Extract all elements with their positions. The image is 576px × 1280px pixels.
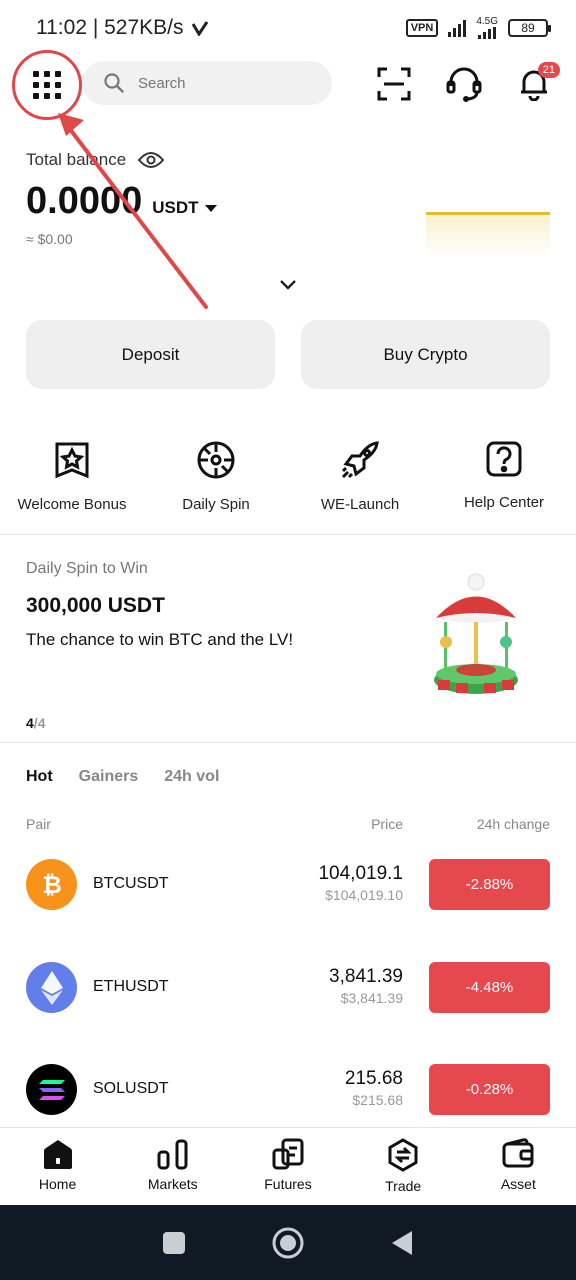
signal-icon-2 [478, 27, 497, 39]
currency-selector[interactable]: USDT [152, 198, 217, 218]
market-row-eth[interactable]: ETHUSDT 3,841.39 $3,841.39 -4.48% [26, 962, 550, 1014]
nav-label: Asset [500, 1176, 536, 1192]
battery-level: 89 [521, 21, 535, 35]
market-row-btc[interactable]: ₿ BTCUSDT 104,019.1 $104,019.10 -2.88% [26, 859, 550, 911]
tab-hot[interactable]: Hot [26, 768, 53, 786]
balance-value: 0.0000 [26, 180, 143, 222]
shortcut-label: Help Center [463, 494, 545, 511]
nav-label: Home [38, 1176, 77, 1192]
expand-button[interactable] [278, 278, 298, 297]
support-button[interactable] [446, 66, 482, 102]
nav-home[interactable]: Home [0, 1128, 115, 1205]
scan-icon [377, 67, 411, 101]
markets-icon [157, 1139, 188, 1170]
notifications-button[interactable]: 21 [516, 62, 560, 102]
spin-icon [197, 441, 235, 479]
buy-crypto-button[interactable]: Buy Crypto [301, 320, 550, 389]
pair-price-fiat: $3,841.39 [340, 990, 403, 1006]
bottom-nav: Home Markets Futures Trade Asset [0, 1127, 576, 1205]
status-time: 11:02 | 527KB/s [36, 16, 184, 39]
change-badge: -4.48% [429, 962, 550, 1013]
change-badge: -2.88% [429, 859, 550, 910]
grid-menu-icon [33, 71, 61, 99]
chevron-down-icon [280, 280, 296, 290]
pair-name: BTCUSDT [93, 875, 169, 892]
shortcut-we-launch[interactable]: WE-Launch [288, 440, 432, 513]
col-24h-change: 24h change [476, 816, 550, 832]
promo-page-total: 4 [37, 715, 46, 731]
eth-icon [26, 962, 77, 1013]
market-tabs: Hot Gainers 24h vol [26, 768, 219, 786]
scan-button[interactable] [376, 66, 412, 102]
home-icon [43, 1140, 72, 1169]
wallet-icon [502, 1138, 534, 1168]
headset-icon [446, 67, 482, 102]
trade-icon [388, 1138, 418, 1172]
nav-label: Futures [264, 1176, 312, 1192]
market-table-header: Pair Price 24h change [26, 816, 550, 832]
shortcut-daily-spin[interactable]: Daily Spin [144, 440, 288, 513]
promo-page-current: 4 [26, 715, 34, 731]
apps-menu-button[interactable] [12, 50, 82, 120]
col-pair: Pair [26, 816, 51, 832]
shortcut-label: Daily Spin [182, 496, 250, 513]
futures-icon [272, 1138, 304, 1170]
system-nav-bar [0, 1205, 576, 1280]
nav-futures[interactable]: Futures [230, 1128, 345, 1205]
pair-name: ETHUSDT [93, 978, 169, 995]
promo-pagination: 4/4 [26, 715, 45, 731]
signal-icon [448, 19, 467, 37]
shortcut-label: Welcome Bonus [17, 496, 127, 513]
market-row-sol[interactable]: SOLUSDT 215.68 $215.68 -0.28% [26, 1064, 550, 1116]
currency-label: USDT [152, 198, 199, 217]
rocket-icon [341, 441, 379, 479]
recents-icon[interactable] [162, 1231, 186, 1255]
balance-sparkline [426, 212, 550, 258]
help-icon [486, 441, 522, 477]
deposit-button[interactable]: Deposit [26, 320, 275, 389]
divider [0, 534, 576, 535]
nav-label: Markets [147, 1176, 198, 1192]
nav-markets[interactable]: Markets [115, 1128, 230, 1205]
sol-icon [26, 1064, 77, 1115]
total-balance-label: Total balance [26, 150, 127, 169]
vpn-key-icon [191, 21, 208, 36]
nav-asset[interactable]: Asset [461, 1128, 576, 1205]
shortcuts-row: Welcome Bonus Daily Spin WE-Launch Help … [0, 440, 576, 513]
eye-icon[interactable] [138, 151, 165, 169]
carousel-illustration [434, 573, 518, 694]
divider [0, 742, 576, 743]
pair-price: 215.68 [344, 1068, 403, 1089]
pair-price-fiat: $215.68 [352, 1092, 403, 1108]
vpn-badge: VPN [405, 19, 439, 37]
tab-gainers[interactable]: Gainers [79, 768, 139, 786]
svg-text:₿: ₿ [42, 872, 62, 899]
caret-down-icon [204, 204, 217, 212]
bonus-icon [55, 442, 89, 479]
top-bar: 21 [0, 50, 576, 120]
pair-price-fiat: $104,019.10 [325, 887, 403, 903]
status-bar: 11:02 | 527KB/s VPN 4.5G 89 [0, 0, 576, 56]
nav-label: Trade [385, 1178, 422, 1194]
pair-name: SOLUSDT [93, 1080, 169, 1097]
pair-price: 104,019.1 [318, 863, 403, 884]
col-price: Price [371, 816, 403, 832]
btc-icon: ₿ [26, 859, 77, 910]
shortcut-help-center[interactable]: Help Center [432, 440, 576, 513]
notification-count-badge: 21 [537, 62, 560, 78]
promo-banner[interactable]: Daily Spin to Win 300,000 USDT The chanc… [26, 560, 556, 731]
shortcut-welcome-bonus[interactable]: Welcome Bonus [0, 440, 144, 513]
battery-icon: 89 [508, 19, 551, 37]
nav-trade[interactable]: Trade [346, 1128, 461, 1205]
pair-price: 3,841.39 [329, 966, 403, 987]
tab-24h-vol[interactable]: 24h vol [164, 768, 219, 786]
search-input[interactable] [138, 74, 298, 92]
change-badge: -0.28% [429, 1064, 550, 1115]
back-icon[interactable] [390, 1230, 414, 1256]
search-icon [104, 73, 124, 93]
search-bar[interactable] [82, 61, 332, 105]
home-circle-icon[interactable] [272, 1227, 304, 1259]
shortcut-label: WE-Launch [320, 496, 400, 513]
network-type: 4.5G [476, 16, 498, 27]
